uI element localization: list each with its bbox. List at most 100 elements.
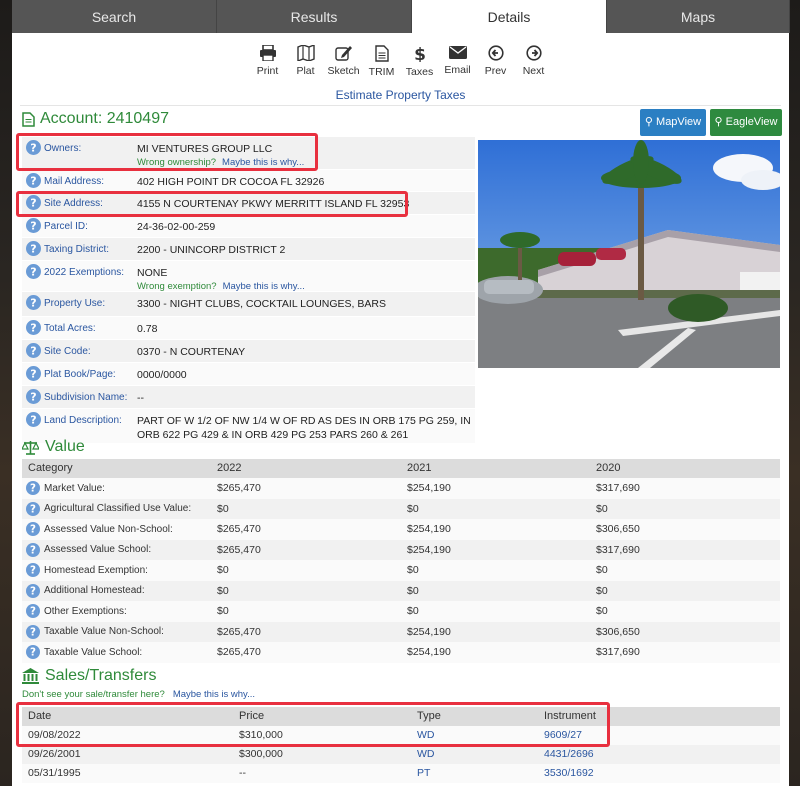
svg-text:?: ? bbox=[30, 544, 36, 556]
help-icon[interactable]: ? bbox=[25, 218, 41, 233]
instrument-link[interactable]: 9609/27 bbox=[544, 726, 780, 745]
instrument-link[interactable]: 3530/1692 bbox=[544, 764, 780, 783]
help-icon[interactable]: ? bbox=[25, 343, 41, 358]
print-button[interactable]: Print bbox=[249, 41, 287, 85]
maybe-why-link[interactable]: Maybe this is why... bbox=[173, 689, 255, 700]
help-icon[interactable]: ? bbox=[25, 173, 41, 188]
tab-search[interactable]: Search bbox=[12, 0, 217, 33]
cell: $0 bbox=[217, 564, 229, 577]
help-icon[interactable]: ? bbox=[25, 412, 41, 427]
help-icon[interactable]: ? bbox=[26, 542, 40, 557]
cell: $0 bbox=[596, 584, 608, 597]
next-button[interactable]: Next bbox=[515, 41, 553, 85]
info-label: Property Use: bbox=[44, 298, 106, 309]
table-row: ? Assessed Value Non-School: $265,470 $25… bbox=[22, 519, 780, 540]
help-icon[interactable]: ? bbox=[26, 583, 40, 598]
table-header: Date Price Type Instrument bbox=[22, 707, 780, 726]
table-row: 09/26/2001 $300,000 WD 4431/2696 bbox=[22, 745, 780, 764]
help-icon[interactable]: ? bbox=[25, 389, 41, 404]
value-title: Value bbox=[45, 438, 85, 455]
mapview-button[interactable]: ⚲ MapView bbox=[640, 109, 706, 136]
cell: $254,190 bbox=[407, 482, 451, 495]
deed-type-link[interactable]: WD bbox=[417, 726, 544, 745]
sales-table: Date Price Type Instrument 09/08/2022 $3… bbox=[22, 707, 780, 783]
cell: $265,470 bbox=[217, 543, 261, 556]
svg-text:?: ? bbox=[30, 391, 36, 404]
info-label: 2022 Exemptions: bbox=[44, 267, 125, 278]
tab-details[interactable]: Details bbox=[412, 0, 607, 33]
column-header: Category bbox=[28, 462, 73, 474]
instrument-link[interactable]: 4431/2696 bbox=[544, 745, 780, 764]
cell: $0 bbox=[596, 564, 608, 577]
cell: $0 bbox=[217, 605, 229, 618]
info-label: Site Address: bbox=[44, 198, 103, 209]
info-label: Subdivision Name: bbox=[44, 392, 128, 403]
help-icon[interactable]: ? bbox=[26, 604, 40, 619]
trim-button[interactable]: TRIM bbox=[363, 41, 401, 85]
help-icon[interactable]: ? bbox=[25, 241, 41, 256]
help-icon[interactable]: ? bbox=[25, 320, 41, 335]
info-row-site-code: ? Site Code: 0370 - N COURTENAY bbox=[22, 340, 475, 363]
wrong-exemption-text: Wrong exemption? bbox=[137, 281, 217, 292]
maybe-why-link[interactable]: Maybe this is why... bbox=[222, 157, 304, 168]
help-icon[interactable]: ? bbox=[26, 522, 40, 537]
details-panel: Print Plat Sketch TRIM $ Taxes Email Pre… bbox=[12, 33, 789, 786]
svg-text:?: ? bbox=[30, 175, 36, 188]
tab-results[interactable]: Results bbox=[217, 0, 412, 33]
sales-title: Sales/Transfers bbox=[45, 667, 157, 684]
cell: $0 bbox=[407, 502, 419, 515]
taxes-button[interactable]: $ Taxes bbox=[401, 41, 439, 85]
info-value: 0.78 bbox=[137, 323, 158, 335]
property-info-list: ? Owners: MI VENTURES GROUP LLC Wrong ow… bbox=[22, 137, 475, 444]
email-button[interactable]: Email bbox=[439, 41, 477, 85]
table-row: 05/31/1995 -- PT 3530/1692 bbox=[22, 764, 780, 783]
cell: $317,690 bbox=[596, 482, 640, 495]
column-header: Instrument bbox=[544, 710, 596, 722]
help-icon[interactable]: ? bbox=[26, 563, 40, 578]
cell: $265,470 bbox=[217, 523, 261, 536]
plat-button[interactable]: Plat bbox=[287, 41, 325, 85]
help-icon[interactable]: ? bbox=[26, 645, 40, 660]
help-icon[interactable]: ? bbox=[26, 481, 40, 496]
help-icon[interactable]: ? bbox=[25, 140, 41, 155]
sketch-button[interactable]: Sketch bbox=[325, 41, 363, 85]
info-row-taxing-district: ? Taxing District: 2200 - UNINCORP DISTR… bbox=[22, 238, 475, 261]
svg-text:?: ? bbox=[30, 142, 36, 155]
prev-button[interactable]: Prev bbox=[477, 41, 515, 85]
scale-icon bbox=[22, 440, 39, 455]
value-rows: ? Market Value: $265,470 $254,190 $317,69… bbox=[22, 478, 780, 663]
deed-type-link[interactable]: WD bbox=[417, 745, 544, 764]
arrow-right-icon bbox=[525, 45, 542, 61]
info-row-plat-book: ? Plat Book/Page: 0000/0000 bbox=[22, 363, 475, 386]
svg-text:?: ? bbox=[30, 345, 36, 358]
trim-label: TRIM bbox=[368, 66, 395, 78]
info-value: 2200 - UNINCORP DISTRICT 2 bbox=[137, 244, 286, 256]
map-marker-icon: ⚲ bbox=[644, 116, 653, 128]
help-icon[interactable]: ? bbox=[25, 366, 41, 381]
account-heading: Account: 2410497 bbox=[22, 110, 169, 128]
help-icon[interactable]: ? bbox=[25, 264, 41, 279]
cell: $254,190 bbox=[407, 625, 451, 638]
help-icon[interactable]: ? bbox=[25, 295, 41, 310]
table-row: ? Taxable Value School: $265,470 $254,190… bbox=[22, 642, 780, 663]
row-label: Additional Homestead: bbox=[44, 585, 145, 597]
maybe-why-link[interactable]: Maybe this is why... bbox=[223, 281, 305, 292]
tab-maps[interactable]: Maps bbox=[607, 0, 790, 33]
table-row: ? Market Value: $265,470 $254,190 $317,69… bbox=[22, 478, 780, 499]
cell: -- bbox=[239, 767, 246, 779]
help-icon[interactable]: ? bbox=[26, 501, 40, 516]
info-label: Site Code: bbox=[44, 346, 91, 357]
dollar-icon: $ bbox=[414, 45, 426, 62]
column-header: 2021 bbox=[407, 462, 432, 474]
deed-type-link[interactable]: PT bbox=[417, 764, 544, 783]
eagleview-button[interactable]: ⚲ EagleView bbox=[710, 109, 782, 136]
help-icon[interactable]: ? bbox=[26, 624, 40, 639]
prev-label: Prev bbox=[484, 65, 507, 77]
document-icon bbox=[22, 111, 35, 127]
help-icon[interactable]: ? bbox=[25, 195, 41, 210]
estimate-taxes-link[interactable]: Estimate Property Taxes bbox=[12, 88, 789, 102]
pencil-icon bbox=[334, 46, 352, 61]
svg-text:?: ? bbox=[30, 322, 36, 335]
info-label: Mail Address: bbox=[44, 176, 105, 187]
wrong-ownership-text: Wrong ownership? bbox=[137, 157, 217, 168]
